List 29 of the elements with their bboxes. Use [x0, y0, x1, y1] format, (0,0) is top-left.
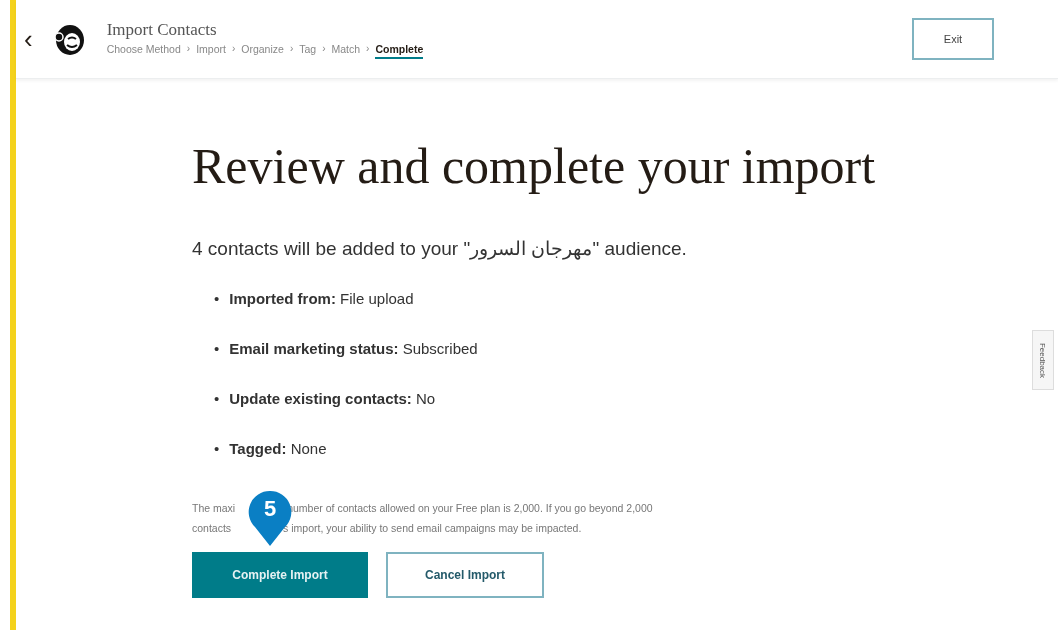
- detail-item: Tagged: None: [229, 440, 327, 458]
- step-link[interactable]: Complete: [375, 42, 424, 59]
- detail-item: Update existing contacts: No: [229, 390, 436, 408]
- bullet: •: [214, 440, 220, 458]
- exit-button[interactable]: Exit: [912, 18, 994, 60]
- step-link[interactable]: Match: [331, 42, 361, 59]
- step-link[interactable]: Choose Method: [106, 42, 181, 59]
- step-separator: ›: [322, 43, 326, 56]
- step-separator: ›: [289, 43, 294, 56]
- feedback-tab[interactable]: Feedback: [1032, 330, 1054, 390]
- detail-item: Email marketing status: Subscribed: [229, 340, 478, 358]
- back-button[interactable]: ‹: [24, 26, 33, 52]
- step-link[interactable]: Import: [196, 42, 226, 59]
- step-link[interactable]: Tag: [299, 42, 317, 59]
- page-heading: Review and complete your import: [192, 139, 877, 194]
- notice-text: contacts: [192, 522, 232, 534]
- step-separator: ›: [231, 43, 236, 56]
- bullet: •: [214, 340, 220, 358]
- step-separator: ›: [186, 43, 191, 56]
- step-separator: ›: [366, 43, 370, 56]
- summary-text: 4 contacts will be added to your "مهرجان السرور" audience.: [192, 238, 688, 260]
- complete-button[interactable]: Complete Import: [192, 552, 368, 598]
- bullet: •: [214, 290, 220, 308]
- detail-item: Imported from: File upload: [229, 290, 414, 308]
- cancel-button[interactable]: Cancel Import: [386, 552, 544, 598]
- step-link[interactable]: Organize: [241, 42, 284, 59]
- notice-text: The maxi: [192, 502, 236, 514]
- bullet: •: [214, 390, 220, 408]
- page-title: Import Contacts: [106, 19, 218, 40]
